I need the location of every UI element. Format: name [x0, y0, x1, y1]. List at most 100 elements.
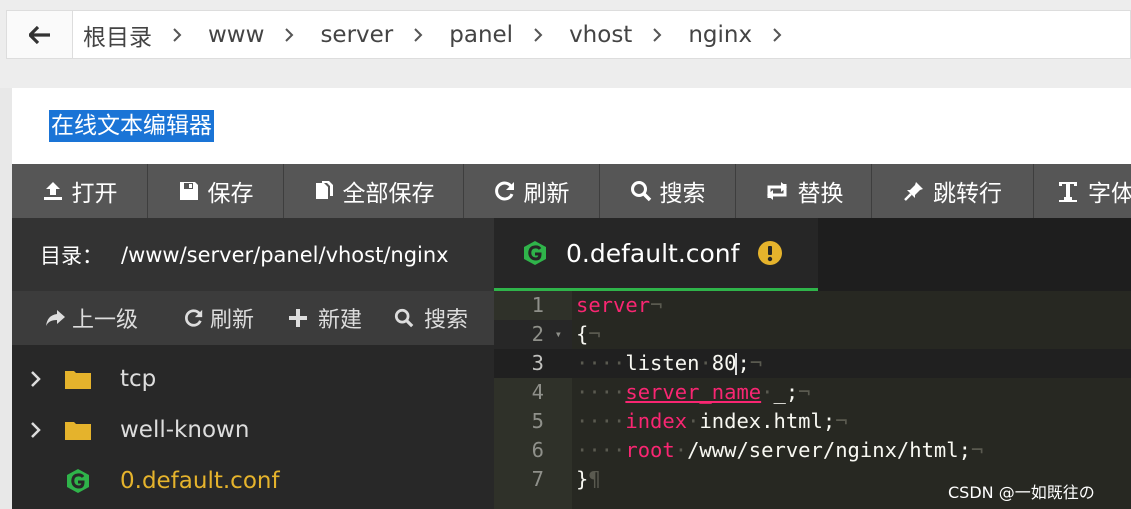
file-sidebar: 目录： /www/server/panel/vhost/nginx 上一级 刷新…	[12, 218, 494, 509]
breadcrumb-item-server[interactable]: server	[320, 22, 393, 48]
breadcrumb-item-nginx[interactable]: nginx	[688, 22, 752, 48]
breadcrumb-label: nginx	[688, 21, 753, 48]
chevron-right-icon	[172, 27, 182, 43]
sidebar-search-button[interactable]: 搜索	[394, 302, 468, 334]
breadcrumb-label: www	[208, 21, 265, 48]
code-token: server_name	[625, 380, 762, 404]
plus-icon	[289, 309, 308, 327]
breadcrumb-item-vhost[interactable]: vhost	[569, 22, 632, 48]
tree-item-name: well-known	[120, 416, 250, 443]
fold-arrow-icon[interactable]: ▾	[555, 320, 562, 349]
nginx-file-icon	[522, 240, 548, 266]
indent-dots: ····	[576, 438, 626, 462]
code-token: listen	[625, 351, 700, 375]
code-token: 80	[711, 351, 737, 375]
line-number: 5	[531, 409, 544, 433]
tree-item-name: 0.default.conf	[120, 467, 280, 494]
code-line: 2 ▾ {¬	[494, 320, 1131, 349]
search-icon	[630, 181, 651, 202]
breadcrumb-item-root[interactable]: 根目录	[83, 18, 152, 52]
eol-marker: ¬	[835, 409, 848, 433]
save-icon	[179, 182, 198, 200]
new-file-label: 新建	[318, 308, 363, 333]
line-number: 2	[531, 322, 544, 346]
replace-icon	[766, 182, 787, 200]
save-all-button[interactable]: 全部保存	[284, 164, 464, 218]
eol-marker: ¬	[749, 351, 763, 375]
editor-tab-bar: 0.default.conf	[494, 218, 1131, 291]
font-button[interactable]: 字体	[1034, 164, 1131, 218]
breadcrumb: 根目录 www server panel vhost nginx	[73, 18, 808, 52]
code-token: {	[576, 322, 589, 346]
eol-marker: ¬	[798, 380, 811, 404]
code-line: 4 ····server_name·_;¬	[494, 378, 1131, 407]
folder-icon	[56, 419, 100, 441]
parent-dir-label: 上一级	[72, 308, 139, 333]
breadcrumb-item-www[interactable]: www	[208, 22, 264, 48]
parent-dir-button[interactable]: 上一级	[44, 302, 138, 334]
open-button[interactable]: 打开	[12, 164, 148, 218]
folder-icon	[56, 368, 100, 390]
replace-button[interactable]: 替换	[736, 164, 872, 218]
line-number: 1	[531, 293, 544, 317]
chevron-right-icon	[772, 27, 782, 43]
breadcrumb-label: vhost	[569, 21, 633, 48]
editor-tab[interactable]: 0.default.conf	[494, 218, 818, 291]
chevron-right-icon[interactable]	[12, 421, 56, 439]
unsaved-warning-icon[interactable]	[757, 240, 783, 266]
sidebar-toolbar: 上一级 刷新 新建 搜索	[12, 291, 494, 345]
indent-dots: ····	[576, 409, 626, 433]
indent-dots: ····	[576, 351, 626, 375]
save-button[interactable]: 保存	[148, 164, 284, 218]
directory-bar: 目录： /www/server/panel/vhost/nginx	[12, 218, 494, 291]
file-tree: tcp well-known 0.default.conf	[12, 345, 494, 506]
refresh-icon	[185, 309, 203, 327]
chevron-right-icon	[413, 27, 423, 43]
code-line: 6 ····root·/www/server/nginx/html;¬	[494, 436, 1131, 465]
upload-icon	[43, 182, 62, 200]
code-line: 5 ····index·index.html;¬	[494, 407, 1131, 436]
text-height-icon	[1059, 182, 1077, 202]
code-token: index	[625, 409, 688, 433]
chevron-right-icon[interactable]	[12, 370, 56, 388]
tree-item-file[interactable]: 0.default.conf	[12, 455, 494, 506]
code-token: }	[576, 467, 589, 491]
directory-label: 目录：	[40, 243, 103, 268]
refresh-icon	[494, 181, 514, 201]
code-line: 1 server¬	[494, 291, 1131, 320]
breadcrumb-label: 根目录	[83, 24, 152, 51]
pin-icon	[904, 182, 923, 201]
eol-marker: ¬	[650, 293, 663, 317]
sidebar-refresh-button[interactable]: 刷新	[184, 302, 254, 334]
background-overlay	[0, 88, 12, 509]
refresh-label: 刷新	[523, 181, 570, 207]
breadcrumb-label: panel	[449, 21, 514, 48]
search-label: 搜索	[659, 181, 706, 207]
code-token: server	[576, 293, 651, 317]
code-token: /www/server/nginx/html;	[687, 438, 971, 462]
save-all-label: 全部保存	[342, 181, 435, 207]
chevron-right-icon	[533, 27, 543, 43]
goto-line-button[interactable]: 跳转行	[872, 164, 1034, 218]
code-editor[interactable]: 1 server¬ 2 ▾ {¬ 3 ····listen·80;¬ 4 ····…	[494, 291, 1131, 509]
editor-toolbar: 打开 保存 全部保存 刷新 搜索 替换 跳转行 字体	[12, 164, 1131, 218]
goto-line-label: 跳转行	[933, 181, 1002, 207]
chevron-right-icon	[652, 27, 662, 43]
tree-item-folder[interactable]: tcp	[12, 353, 494, 404]
editor-tab-name: 0.default.conf	[566, 238, 740, 268]
new-file-button[interactable]: 新建	[288, 302, 362, 334]
replace-label: 替换	[797, 181, 844, 207]
refresh-button[interactable]: 刷新	[464, 164, 600, 218]
modal-header: 在线文本编辑器	[12, 88, 1131, 164]
back-button[interactable]	[7, 11, 73, 58]
breadcrumb-item-panel[interactable]: panel	[449, 22, 513, 48]
tree-item-folder[interactable]: well-known	[12, 404, 494, 455]
watermark: CSDN @一如既往の	[948, 483, 1095, 502]
save-label: 保存	[207, 181, 254, 207]
search-button[interactable]: 搜索	[600, 164, 736, 218]
line-number: 7	[531, 467, 544, 491]
tree-item-name: tcp	[120, 365, 157, 392]
breadcrumb-label: server	[320, 21, 394, 48]
font-label: 字体	[1088, 181, 1131, 207]
code-token: ;	[737, 351, 750, 375]
